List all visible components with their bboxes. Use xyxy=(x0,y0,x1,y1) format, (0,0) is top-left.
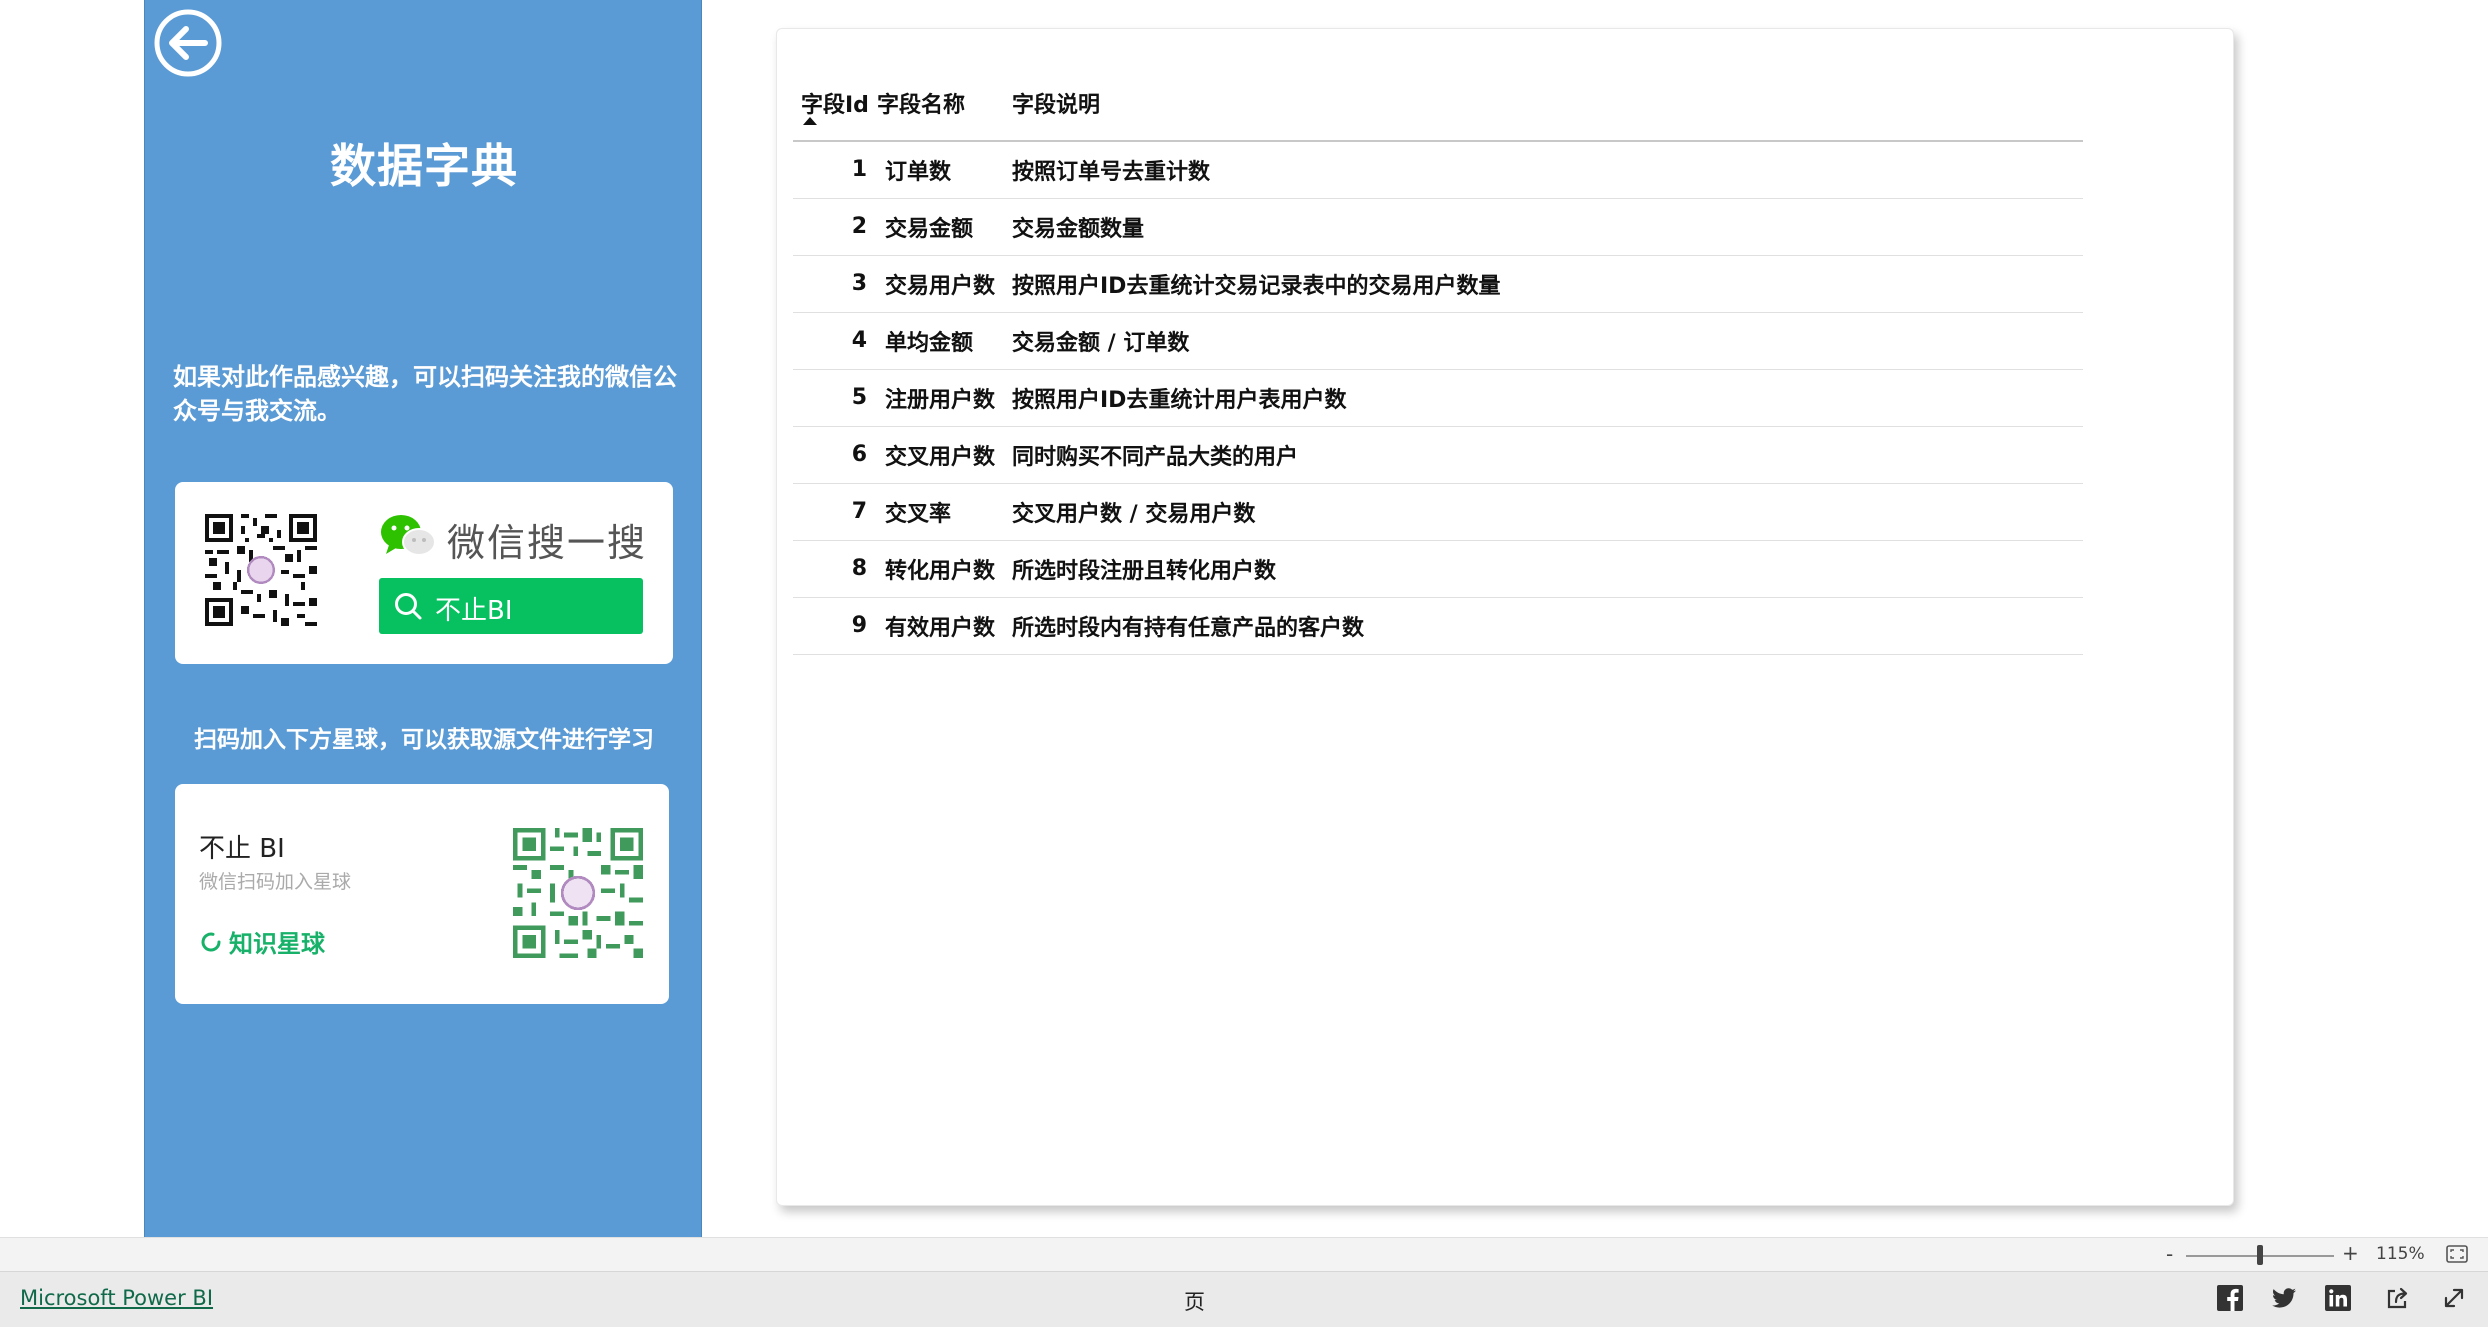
field-name-cell: 注册用户数 xyxy=(877,369,1012,427)
table-row[interactable]: 6 交叉用户数 同时购买不同产品大类的用户 xyxy=(793,426,2083,484)
back-arrow-icon[interactable] xyxy=(153,8,223,78)
column-header-field-id[interactable]: 字段Id xyxy=(793,57,877,142)
wechat-search-button-label: 不止BI xyxy=(435,596,513,626)
fullscreen-icon[interactable] xyxy=(2440,1284,2468,1312)
field-id-cell: 7 xyxy=(793,483,877,541)
linkedin-icon[interactable] xyxy=(2324,1284,2352,1312)
table-row[interactable]: 2 交易金额 交易金额数量 xyxy=(793,198,2083,256)
table-row[interactable]: 3 交易用户数 按照用户ID去重统计交易记录表中的交易用户数量 xyxy=(793,255,2083,313)
planet-qr-code xyxy=(513,828,643,958)
planet-logo-icon xyxy=(201,932,221,951)
data-dictionary-table: 字段Id 字段名称 字段说明 1 订单数 按照订单号去重计数 2 交易金额 交易金额数量… xyxy=(793,57,2083,655)
field-id-cell: 3 xyxy=(793,255,877,313)
table-header-row: 字段Id 字段名称 字段说明 xyxy=(793,57,2083,142)
field-id-cell: 4 xyxy=(793,312,877,370)
column-header-label: 字段Id xyxy=(801,93,869,118)
column-header-field-name[interactable]: 字段名称 xyxy=(877,57,1012,142)
footer-bar: Microsoft Power BI 页 xyxy=(0,1271,2488,1327)
knowledge-planet-card: 不止 BI 微信扫码加入星球 知识星球 xyxy=(175,784,669,1004)
wechat-logo-icon xyxy=(381,515,436,556)
field-id-cell: 6 xyxy=(793,426,877,484)
field-desc-cell: 所选时段内有持有任意产品的客户数 xyxy=(1012,597,2083,655)
planet-subtitle: 微信扫码加入星球 xyxy=(199,871,352,893)
field-name-cell: 有效用户数 xyxy=(877,597,1012,655)
table-row[interactable]: 8 转化用户数 所选时段注册且转化用户数 xyxy=(793,540,2083,598)
data-dictionary-table-visual: 字段Id 字段名称 字段说明 1 订单数 按照订单号去重计数 2 交易金额 交易金额数量… xyxy=(776,28,2234,1206)
field-id-cell: 8 xyxy=(793,540,877,598)
field-name-cell: 转化用户数 xyxy=(877,540,1012,598)
field-desc-cell: 按照用户ID去重统计用户表用户数 xyxy=(1012,369,2083,427)
zoom-in-button[interactable]: + xyxy=(2342,1241,2359,1265)
zoom-out-button[interactable]: - xyxy=(2166,1242,2173,1266)
fit-to-page-icon[interactable] xyxy=(2446,1245,2468,1263)
zoom-level: 115% xyxy=(2376,1244,2425,1264)
table-row[interactable]: 7 交叉率 交叉用户数 / 交易用户数 xyxy=(793,483,2083,541)
search-icon xyxy=(395,593,422,620)
field-name-cell: 交易用户数 xyxy=(877,255,1012,313)
share-icon[interactable] xyxy=(2384,1284,2412,1312)
wechat-qr-code xyxy=(205,514,317,626)
field-desc-cell: 交叉用户数 / 交易用户数 xyxy=(1012,483,2083,541)
table-row[interactable]: 4 单均金额 交易金额 / 订单数 xyxy=(793,312,2083,370)
wechat-card: 微信搜一搜 不止BI xyxy=(175,482,673,664)
field-id-cell: 1 xyxy=(793,141,877,199)
report-canvas: 数据字典 如果对此作品感兴趣，可以扫码关注我的微信公众号与我交流。 微信搜一搜 … xyxy=(0,0,2488,1327)
field-name-cell: 单均金额 xyxy=(877,312,1012,370)
field-desc-cell: 按照用户ID去重统计交易记录表中的交易用户数量 xyxy=(1012,255,2083,313)
planet-intro-text: 扫码加入下方星球，可以获取源文件进行学习 xyxy=(194,727,654,753)
field-id-cell: 5 xyxy=(793,369,877,427)
column-header-field-desc[interactable]: 字段说明 xyxy=(1012,57,2083,142)
field-id-cell: 2 xyxy=(793,198,877,256)
column-header-label: 字段名称 xyxy=(877,93,966,118)
field-name-cell: 交叉率 xyxy=(877,483,1012,541)
table-row[interactable]: 9 有效用户数 所选时段内有持有任意产品的客户数 xyxy=(793,597,2083,655)
page-navigation-label[interactable]: 页 xyxy=(1184,1286,1205,1316)
field-desc-cell: 交易金额数量 xyxy=(1012,198,2083,256)
field-name-cell: 交叉用户数 xyxy=(877,426,1012,484)
wechat-search-button[interactable]: 不止BI xyxy=(379,578,643,634)
field-desc-cell: 按照订单号去重计数 xyxy=(1012,141,2083,199)
follow-intro-text: 如果对此作品感兴趣，可以扫码关注我的微信公众号与我交流。 xyxy=(173,363,677,425)
zoom-bar: - + 115% xyxy=(0,1237,2488,1271)
field-desc-cell: 同时购买不同产品大类的用户 xyxy=(1012,426,2083,484)
sort-ascending-icon xyxy=(803,117,817,125)
facebook-icon[interactable] xyxy=(2216,1284,2244,1312)
field-desc-cell: 交易金额 / 订单数 xyxy=(1012,312,2083,370)
table-row[interactable]: 5 注册用户数 按照用户ID去重统计用户表用户数 xyxy=(793,369,2083,427)
power-bi-link[interactable]: Microsoft Power BI xyxy=(20,1286,213,1310)
twitter-icon[interactable] xyxy=(2270,1284,2298,1312)
field-name-cell: 订单数 xyxy=(877,141,1012,199)
wechat-search-label: 微信搜一搜 xyxy=(447,521,648,565)
planet-name: 不止 BI xyxy=(199,834,285,864)
planet-brand-label: 知识星球 xyxy=(229,930,325,958)
field-id-cell: 9 xyxy=(793,597,877,655)
table-row[interactable]: 1 订单数 按照订单号去重计数 xyxy=(793,141,2083,199)
knowledge-planet-brand[interactable]: 知识星球 xyxy=(199,924,325,959)
zoom-slider-thumb[interactable] xyxy=(2257,1245,2263,1265)
sidebar-panel: 数据字典 如果对此作品感兴趣，可以扫码关注我的微信公众号与我交流。 微信搜一搜 … xyxy=(144,0,702,1237)
page-title: 数据字典 xyxy=(330,139,518,193)
field-desc-cell: 所选时段注册且转化用户数 xyxy=(1012,540,2083,598)
column-header-label: 字段说明 xyxy=(1012,93,1101,118)
field-name-cell: 交易金额 xyxy=(877,198,1012,256)
